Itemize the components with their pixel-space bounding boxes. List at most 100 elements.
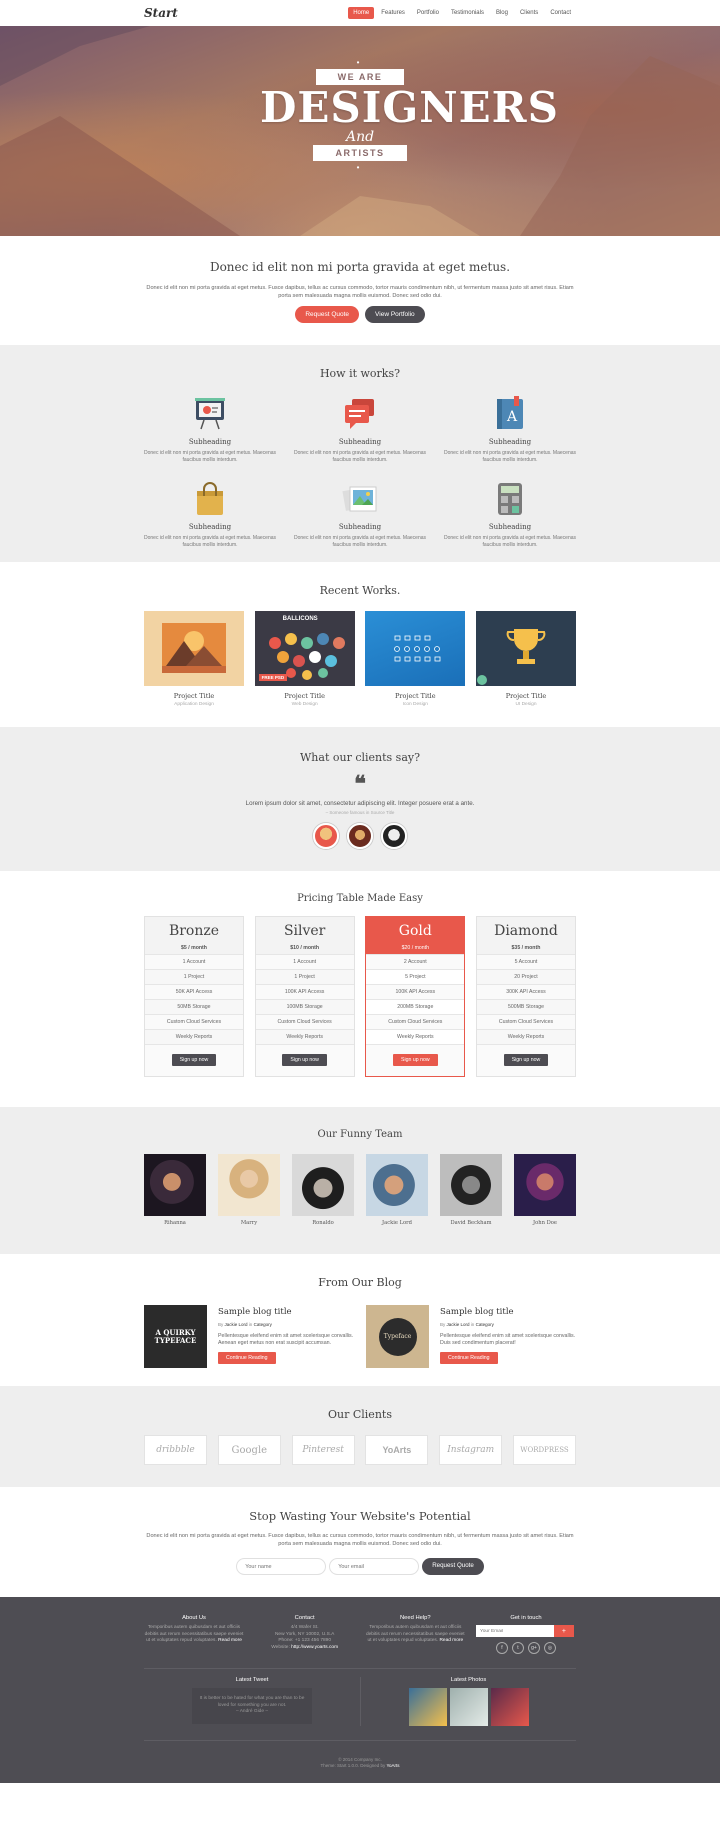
plan-feature: Custom Cloud Services [255, 1014, 354, 1029]
address-line: 4/4 Wafer St. [290, 1625, 319, 1630]
plan-price: $20 / month [366, 943, 465, 954]
client-logo-wordpress[interactable]: WordPress [512, 1435, 576, 1465]
typeface-badge: Typeface [378, 1317, 417, 1356]
team-member[interactable]: Ronaldo [292, 1154, 354, 1226]
newsletter-submit-button[interactable]: + [553, 1625, 574, 1637]
continue-reading-button[interactable]: Continue Reading [218, 1352, 276, 1364]
photo-thumbnail[interactable] [408, 1688, 447, 1726]
pricing-plan-diamond: Diamond $35 / month 5 Account 20 Project… [475, 916, 576, 1077]
google-plus-icon[interactable]: g+ [527, 1642, 540, 1654]
plan-feature: Weekly Reports [366, 1029, 465, 1044]
feature-item: Subheading Donec id elit non mi porta gr… [135, 396, 285, 463]
nav-clients[interactable]: Clients [515, 7, 543, 19]
avatar[interactable] [313, 823, 339, 849]
recent-works-section: Recent Works. Project Title Application … [0, 562, 720, 727]
view-portfolio-button[interactable]: View Portfolio [365, 306, 425, 323]
member-name: Rihanna [164, 1220, 186, 1226]
footer-heading: Get in touch [510, 1615, 542, 1621]
nav-blog[interactable]: Blog [491, 7, 513, 19]
work-item[interactable]: Project Title UI Design [475, 611, 576, 707]
cta-text: Donec id elit non mi porta gravida at eg… [146, 1533, 574, 1547]
sign-up-button[interactable]: Sign up now [503, 1054, 549, 1066]
testimonial-author: – Someone famous in Source Title [325, 810, 395, 815]
request-quote-button[interactable]: Request Quote [295, 306, 360, 323]
work-title: Project Title [284, 692, 325, 700]
feature-text: Donec id elit non mi porta gravida at eg… [293, 535, 427, 548]
dribbble-icon[interactable]: ◎ [543, 1642, 556, 1654]
nav-features[interactable]: Features [376, 7, 410, 19]
photo-thumbnail[interactable] [490, 1688, 529, 1726]
plan-price: $35 / month [476, 943, 575, 954]
photo-thumbnail[interactable] [449, 1688, 488, 1726]
blog-post-title[interactable]: Sample blog title [440, 1307, 576, 1317]
work-item[interactable]: Project Title Application Design [144, 611, 244, 707]
footer-heading: Need Help? [400, 1615, 431, 1621]
plan-feature: 5 Project [366, 969, 465, 984]
cta-request-quote-button[interactable]: Request Quote [422, 1558, 484, 1575]
facebook-icon[interactable]: f [495, 1642, 508, 1654]
blog-post: A QUIRKY TYPEFACE Sample blog title By J… [144, 1305, 354, 1368]
avatar[interactable] [381, 823, 407, 849]
works-title: Recent Works. [319, 584, 401, 597]
work-thumbnail[interactable]: BALLICONS FREE PSD [254, 611, 355, 686]
sign-up-button[interactable]: Sign up now [393, 1054, 438, 1066]
footer-heading: About Us [182, 1615, 206, 1621]
plan-feature: Custom Cloud Services [145, 1014, 243, 1029]
team-member[interactable]: Rihanna [144, 1154, 206, 1226]
footer-get-in-touch: Get in touch + f t g+ ◎ [475, 1615, 576, 1654]
email-input[interactable] [329, 1558, 420, 1575]
plan-feature: 300K API Access [476, 984, 575, 999]
feature-heading: Subheading [338, 523, 382, 531]
sign-up-button[interactable]: Sign up now [282, 1054, 327, 1066]
nav-contact[interactable]: Contact [545, 7, 576, 19]
avatar[interactable] [347, 823, 373, 849]
blog-thumbnail[interactable]: Typeface [366, 1305, 429, 1368]
designer-link[interactable]: YoArts [386, 1763, 399, 1768]
member-photo[interactable] [514, 1154, 576, 1216]
team-member[interactable]: David Beckham [440, 1154, 502, 1226]
team-member[interactable]: Jackie Lord [366, 1154, 428, 1226]
blog-thumbnail[interactable]: A QUIRKY TYPEFACE [144, 1305, 207, 1368]
member-photo[interactable] [292, 1154, 354, 1216]
nav-testimonials[interactable]: Testimonials [446, 7, 489, 19]
work-item[interactable]: Project Title Icon Design [365, 611, 466, 707]
pricing-section: Pricing Table Made Easy Bronze $5 / mont… [0, 871, 720, 1107]
blog-post-title[interactable]: Sample blog title [218, 1307, 354, 1317]
nav-portfolio[interactable]: Portfolio [412, 7, 444, 19]
read-more-link[interactable]: Read more [218, 1638, 242, 1643]
newsletter-email-input[interactable] [475, 1625, 554, 1637]
work-thumbnail[interactable] [144, 611, 244, 686]
shopping-bag-icon [192, 481, 228, 517]
read-more-link[interactable]: Read more [439, 1638, 463, 1643]
plan-feature: 1 Project [255, 969, 354, 984]
client-logo-pinterest[interactable]: Pinterest [291, 1435, 355, 1465]
plan-name: Silver [283, 923, 326, 939]
team-member[interactable]: Marry [218, 1154, 280, 1226]
plan-feature: 5 Account [476, 954, 575, 969]
team-member[interactable]: John Doe [514, 1154, 576, 1226]
work-thumbnail[interactable] [475, 611, 576, 686]
thumb-label: BALLICONS [282, 616, 318, 622]
website-link[interactable]: http://www.yoarts.com [291, 1645, 338, 1650]
blog-post-meta: By Jackie Lord in Category [440, 1322, 494, 1327]
twitter-icon[interactable]: t [511, 1642, 524, 1654]
work-thumbnail[interactable] [365, 611, 466, 686]
plan-feature: 200MB Storage [366, 999, 465, 1014]
name-input[interactable] [236, 1558, 327, 1575]
site-logo[interactable]: Start [144, 6, 178, 20]
client-logo-instagram[interactable]: Instagram [439, 1435, 503, 1465]
work-item[interactable]: BALLICONS FREE PSD Project Title Web Des… [254, 611, 355, 707]
nav-home[interactable]: Home [348, 7, 375, 19]
client-logo-google[interactable]: Google [217, 1435, 281, 1465]
client-logo-yoarts[interactable]: YoArts [365, 1435, 429, 1465]
team-section: Our Funny Team Rihanna Marry Ronaldo Jac… [0, 1107, 720, 1254]
member-photo[interactable] [440, 1154, 502, 1216]
app-design-illustration [162, 623, 226, 673]
continue-reading-button[interactable]: Continue Reading [440, 1352, 498, 1364]
member-photo[interactable] [366, 1154, 428, 1216]
client-logo-dribbble[interactable]: dribbble [144, 1435, 207, 1465]
work-title: Project Title [395, 692, 436, 700]
member-photo[interactable] [144, 1154, 206, 1216]
sign-up-button[interactable]: Sign up now [171, 1054, 217, 1066]
member-photo[interactable] [218, 1154, 280, 1216]
